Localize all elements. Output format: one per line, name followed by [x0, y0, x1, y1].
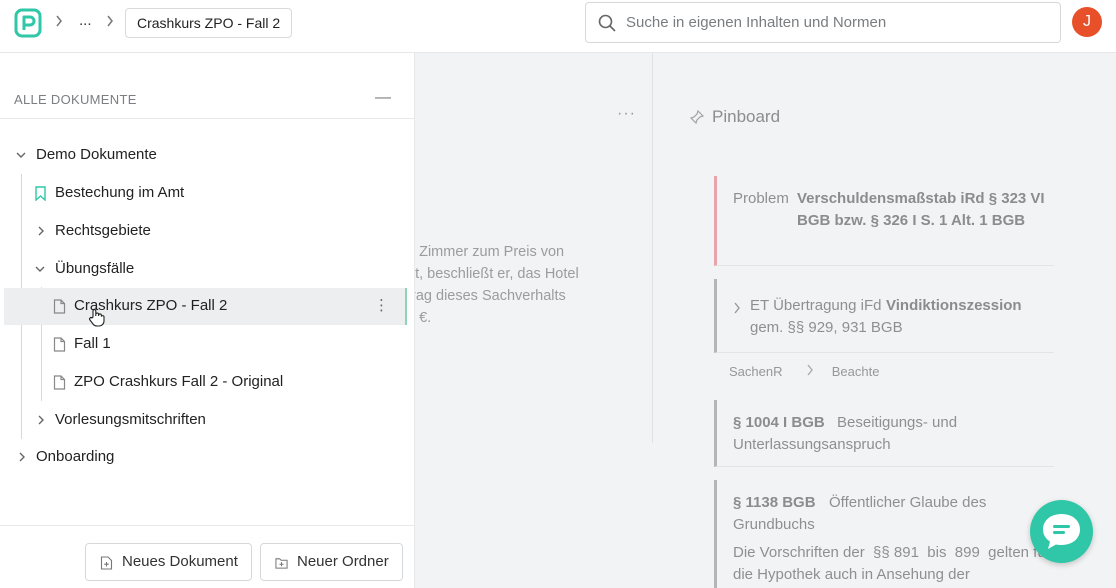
pinboard-card[interactable]: § 1004 I BGB Beseitigungs- und Unterlass… — [714, 400, 1054, 467]
document-icon — [53, 375, 66, 390]
chevron-right-icon — [55, 14, 63, 30]
add-document-icon — [100, 556, 113, 570]
search-input[interactable] — [626, 3, 1046, 42]
new-document-button[interactable]: Neues Dokument — [85, 543, 252, 581]
pinboard-title: Pinboard — [712, 107, 781, 126]
tree-label: Onboarding — [36, 448, 115, 465]
chevron-right-icon — [806, 364, 814, 379]
tag-row: SachenR Beachte — [729, 364, 879, 379]
card-title: Verschuldensmaßstab iRd § 323 VI BGB bzw… — [797, 190, 1045, 229]
tree-label: Demo Dokumente — [36, 146, 157, 163]
more-options-icon[interactable]: ··· — [617, 105, 636, 123]
button-label: Neuer Ordner — [297, 553, 389, 570]
chevron-right-icon[interactable] — [36, 415, 46, 425]
tree-label: Übungsfälle — [55, 260, 135, 277]
chevron-right-icon[interactable] — [36, 226, 46, 236]
new-folder-button[interactable]: Neuer Ordner — [260, 543, 403, 581]
pinboard-card[interactable]: ET Übertragung iFd Vindiktionszession ge… — [714, 279, 1054, 353]
pin-icon — [690, 110, 704, 124]
pinboard-card[interactable]: Problem Verschuldensmaßstab iRd § 323 VI… — [714, 176, 1054, 266]
card-prefix: ET Übertragung iFd — [750, 297, 882, 314]
divider — [0, 118, 415, 119]
tag-chip[interactable]: Beachte — [832, 364, 880, 379]
document-background: ··· n Zimmer zum Preis von nt, beschließ… — [415, 53, 1116, 588]
tree-folder-onboarding[interactable]: Onboarding — [14, 440, 394, 474]
tree-label: Rechtsgebiete — [55, 222, 151, 239]
search-box[interactable] — [585, 2, 1061, 43]
tree-folder-vorlesungsmitschriften[interactable]: Vorlesungsmitschriften — [34, 403, 394, 437]
breadcrumb-ellipsis[interactable]: ... — [79, 12, 92, 29]
card-text: Öffentlicher Glaube des Grundbuchs — [733, 494, 987, 533]
card-label: Problem — [733, 190, 789, 207]
tree-folder-uebungsfaelle[interactable]: Übungsfälle — [34, 252, 394, 286]
tree-label: Bestechung im Amt — [55, 184, 185, 201]
hand-cursor-icon — [89, 309, 105, 327]
document-sidebar: ALLE DOKUMENTE — Demo Dokumente Bestechu… — [0, 53, 415, 588]
more-vertical-icon[interactable]: ⋮ — [374, 296, 389, 316]
card-title: Vindiktionszession — [886, 297, 1022, 314]
document-text: n Zimmer zum Preis von nt, beschließt er… — [415, 244, 579, 326]
document-icon — [53, 337, 66, 352]
tree-doc-fall-1[interactable]: Fall 1 — [53, 327, 393, 361]
chevron-down-icon[interactable] — [16, 150, 26, 160]
chevron-right-icon — [733, 299, 741, 321]
add-folder-icon — [275, 558, 288, 569]
user-avatar[interactable]: J — [1072, 7, 1102, 37]
collapse-icon[interactable]: — — [375, 89, 391, 109]
bookmark-icon — [35, 186, 46, 201]
card-text: Beseitigungs- und Unterlassungsanspruch — [733, 414, 958, 453]
tree-doc-bestechung-im-amt[interactable]: Bestechung im Amt — [34, 176, 394, 210]
tag-chip[interactable]: SachenR — [729, 364, 782, 379]
chevron-right-icon — [106, 14, 114, 30]
chevron-right-icon[interactable] — [17, 452, 27, 462]
search-icon — [598, 14, 616, 32]
chevron-down-icon[interactable] — [35, 264, 45, 274]
tree-label: Vorlesungsmitschriften — [55, 411, 206, 428]
pinboard-card[interactable]: § 1138 BGB Öffentlicher Glaube des Grund… — [714, 480, 1054, 588]
column-divider — [652, 53, 653, 443]
app-logo-icon[interactable] — [14, 8, 42, 38]
chat-icon — [1043, 514, 1080, 549]
sidebar-header: ALLE DOKUMENTE — [14, 92, 137, 107]
document-icon — [53, 299, 66, 314]
top-bar: ... Crashkurs ZPO - Fall 2 J — [0, 0, 1116, 53]
tree-doc-zpo-crashkurs-fall-2-original[interactable]: ZPO Crashkurs Fall 2 - Original — [53, 365, 393, 399]
breadcrumb-current-document[interactable]: Crashkurs ZPO - Fall 2 — [125, 8, 293, 38]
tree-folder-demo-dokumente[interactable]: Demo Dokumente — [14, 138, 394, 172]
chat-button[interactable] — [1030, 500, 1093, 563]
divider — [0, 525, 415, 526]
card-body: Die Vorschriften der §§ 891 bis 899 gelt… — [733, 544, 1051, 583]
tree-label: Fall 1 — [74, 335, 111, 352]
button-label: Neues Dokument — [122, 553, 238, 570]
card-suffix: gem. §§ 929, 931 BGB — [750, 319, 903, 336]
tree-folder-rechtsgebiete[interactable]: Rechtsgebiete — [34, 214, 394, 248]
tree-label: ZPO Crashkurs Fall 2 - Original — [74, 373, 284, 390]
